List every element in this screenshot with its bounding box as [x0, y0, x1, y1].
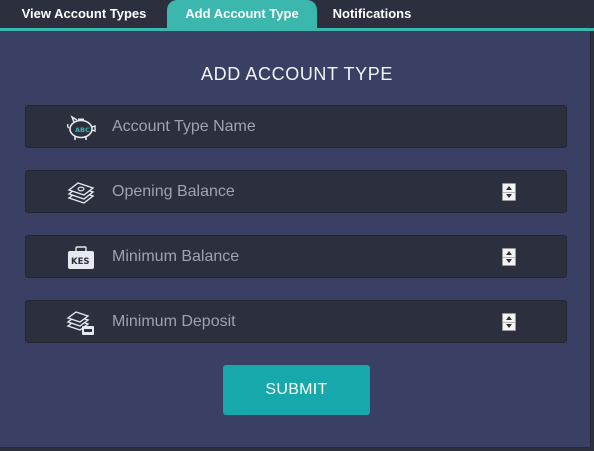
minimum-deposit-spinner	[502, 313, 516, 331]
svg-text:KES: KES	[71, 257, 90, 267]
tab-bar: View Account Types Add Account Type Noti…	[0, 0, 594, 31]
money-stack-icon	[66, 180, 96, 206]
money-deposit-icon	[66, 310, 96, 336]
minimum-balance-spinner	[502, 248, 516, 266]
minimum-balance-input[interactable]	[112, 236, 492, 277]
minimum-balance-field: KES	[25, 235, 567, 278]
account-type-name-field: ABC	[25, 105, 567, 148]
opening-balance-input[interactable]	[112, 171, 492, 212]
spin-down-button[interactable]	[503, 257, 515, 265]
spin-down-button[interactable]	[503, 322, 515, 330]
spin-down-button[interactable]	[503, 192, 515, 200]
piggy-bank-abc-icon: ABC	[66, 115, 96, 141]
account-type-name-input[interactable]	[112, 106, 492, 147]
form-title: ADD ACCOUNT TYPE	[201, 64, 393, 84]
kes-wallet-icon: KES	[66, 245, 96, 271]
tab-notifications[interactable]: Notifications	[322, 0, 422, 29]
minimum-deposit-field	[25, 300, 567, 343]
svg-text:ABC: ABC	[75, 126, 90, 134]
tab-add-account-type[interactable]: Add Account Type	[167, 0, 317, 29]
tab-view-account-types[interactable]: View Account Types	[6, 0, 162, 29]
opening-balance-field	[25, 170, 567, 213]
minimum-deposit-input[interactable]	[112, 301, 492, 342]
opening-balance-spinner	[502, 183, 516, 201]
submit-button[interactable]: SUBMIT	[223, 365, 370, 415]
